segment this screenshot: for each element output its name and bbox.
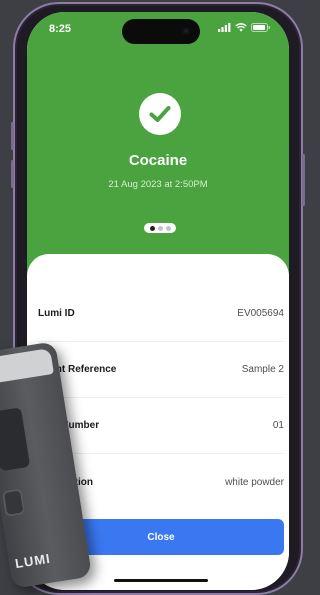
device-sensor-cap (0, 348, 54, 385)
result-header: 8:25 Cocaine 21 Aug 2023 at 2:50PM (27, 12, 289, 274)
camera-icon (182, 27, 190, 35)
volume-up-button (11, 122, 14, 150)
status-time: 8:25 (49, 23, 72, 35)
success-check-icon (139, 93, 181, 135)
detail-value: 01 (272, 420, 284, 431)
wifi-icon (235, 23, 247, 32)
result-title: Cocaine (128, 152, 188, 169)
signal-icon (218, 23, 231, 32)
detail-value: Sample 2 (241, 364, 284, 375)
detail-row-item-number: Item Number 01 (38, 398, 284, 454)
device-brand: LUMI (14, 550, 52, 572)
detail-row-lumi-id: Lumi ID EV005694 (38, 286, 284, 342)
battery-icon (251, 23, 270, 32)
status-icons (218, 23, 271, 32)
detail-label: Lumi ID (38, 308, 75, 319)
dynamic-island (122, 19, 200, 44)
home-indicator (114, 579, 208, 582)
volume-down-button (11, 160, 14, 188)
page-indicator[interactable] (144, 223, 176, 233)
page-dot[interactable] (165, 225, 171, 231)
detail-row-event-reference: Event Reference Sample 2 (38, 342, 284, 398)
page-dot[interactable] (157, 225, 163, 231)
page-dot-active[interactable] (149, 225, 155, 231)
device-button (1, 488, 26, 518)
detail-value: EV005694 (237, 308, 284, 319)
power-button (302, 154, 305, 206)
result-timestamp: 21 Aug 2023 at 2:50PM (108, 179, 208, 190)
detail-value: white powder (225, 476, 284, 488)
device-screen (0, 407, 31, 472)
